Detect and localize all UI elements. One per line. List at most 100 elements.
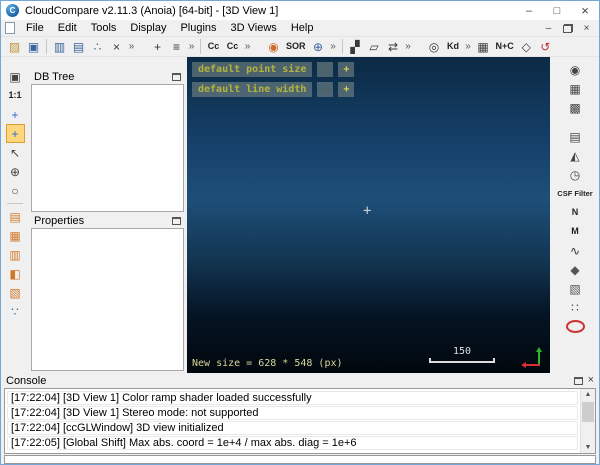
normals-plugin-icon[interactable]: N	[567, 204, 584, 221]
scroll-thumb[interactable]	[582, 402, 594, 422]
sor-filter-button[interactable]: SOR	[284, 38, 308, 55]
overlay-increase-button[interactable]: +	[338, 82, 354, 97]
clone-icon[interactable]: ▥	[51, 38, 68, 55]
console-log-line[interactable]: [17:22:04] [3D View 1] Stereo mode: not …	[7, 406, 578, 420]
console-buttons: ×	[574, 375, 594, 386]
3d-viewport[interactable]: default point size – + default line widt…	[187, 57, 550, 373]
zoom-icon[interactable]: ○	[7, 182, 24, 199]
red-ellipse-icon[interactable]	[566, 318, 585, 335]
pointer-icon[interactable]: ↖	[7, 144, 24, 161]
overflow-chevron-5[interactable]: »	[404, 38, 413, 55]
scale-value: 150	[429, 346, 495, 357]
delete-icon[interactable]: ×	[108, 38, 125, 55]
clock-icon[interactable]: ◷	[567, 166, 584, 183]
menu-plugins[interactable]: Plugins	[173, 20, 223, 36]
normals-compute-button[interactable]: N+C	[494, 38, 516, 55]
kd-tree-button[interactable]: Kd	[445, 38, 462, 55]
wave-icon[interactable]: ∿	[567, 242, 584, 259]
viewport-overlay-row: default line width – +	[192, 82, 354, 97]
overflow-chevron-2[interactable]: »	[187, 38, 196, 55]
overlay-decrease-button[interactable]: –	[317, 62, 333, 77]
overflow-chevron-6[interactable]: »	[464, 38, 473, 55]
curvature-icon[interactable]: ◇	[518, 38, 535, 55]
overflow-chevron-1[interactable]: »	[127, 38, 136, 55]
mdi-window-controls: – ×	[540, 21, 599, 35]
menu-help[interactable]: Help	[284, 20, 321, 36]
scroll-down-button[interactable]: ▼	[585, 444, 592, 451]
save-icon[interactable]: ▣	[25, 38, 42, 55]
titlebar: C CloudCompare v2.11.3 (Anoia) [64-bit] …	[1, 1, 599, 20]
auto-pivot-icon[interactable]: +	[7, 125, 24, 142]
menu-display[interactable]: Display	[123, 20, 173, 36]
mdi-restore-button[interactable]	[559, 21, 576, 35]
point-list-picking-icon[interactable]: ≡	[168, 38, 185, 55]
mesh-grid-icon[interactable]: ▩	[567, 99, 584, 116]
cc-text-icon-2[interactable]: Cc	[224, 38, 241, 55]
console-panel: Console × [17:22:04] [3D View 1] Color r…	[2, 374, 598, 464]
colored-cloud-icon[interactable]: ◉	[265, 38, 282, 55]
octree-icon[interactable]: ▦	[475, 38, 492, 55]
translate-rotate-icon[interactable]: ⊕	[310, 38, 327, 55]
orange-tray-icon-3[interactable]: ▥	[7, 246, 24, 263]
overlay-label: default line width	[192, 82, 312, 97]
overflow-chevron-3[interactable]: »	[243, 38, 252, 55]
sphere-icon[interactable]: ◉	[567, 61, 584, 78]
separator	[7, 203, 23, 204]
separator	[46, 39, 47, 54]
sample-points-icon[interactable]: ◎	[426, 38, 443, 55]
console-log-line[interactable]: [17:22:05] [Global Shift] Max abs. coord…	[7, 436, 578, 450]
undo-icon[interactable]: ↺	[537, 38, 554, 55]
menu-tools[interactable]: Tools	[84, 20, 124, 36]
point-picking-icon[interactable]: +	[149, 38, 166, 55]
db-tree-content[interactable]	[31, 84, 184, 212]
minimize-button[interactable]: –	[515, 1, 543, 20]
display-settings-icon[interactable]: ▣	[7, 68, 24, 85]
window-title: CloudCompare v2.11.3 (Anoia) [64-bit] - …	[25, 5, 278, 17]
maximize-button[interactable]: □	[543, 1, 571, 20]
close-button[interactable]: ×	[571, 1, 599, 20]
console-log-line[interactable]: [17:22:04] [ccGLWindow] 3D view initiali…	[7, 421, 578, 435]
pan-icon[interactable]: ⊕	[7, 163, 24, 180]
mdi-close-button[interactable]: ×	[578, 21, 595, 35]
open-icon[interactable]: ▨	[6, 38, 23, 55]
db-tree-float-button[interactable]	[172, 73, 181, 81]
subsample-icon[interactable]: ∴	[89, 38, 106, 55]
crop-icon[interactable]: ▱	[366, 38, 383, 55]
scroll-up-button[interactable]: ▲	[585, 391, 592, 398]
menu-file[interactable]: File	[19, 20, 51, 36]
m3c2-icon[interactable]: M	[567, 223, 584, 240]
orange-cube-icon-2[interactable]: ▧	[7, 284, 24, 301]
dots-grid-icon[interactable]: ∷	[567, 299, 584, 316]
menu-edit[interactable]: Edit	[51, 20, 84, 36]
orange-tray-icon-2[interactable]: ▦	[7, 227, 24, 244]
raster-icon[interactable]: ▤	[567, 128, 584, 145]
menu-3d-views[interactable]: 3D Views	[224, 20, 284, 36]
segment-icon[interactable]: ▞	[347, 38, 364, 55]
csf-filter-button[interactable]: CSF Filter	[556, 185, 593, 202]
cc-text-icon-1[interactable]: Cc	[205, 38, 222, 55]
overflow-chevron-4[interactable]: »	[329, 38, 338, 55]
facets-icon[interactable]: ▧	[567, 280, 584, 297]
console-close-button[interactable]: ×	[588, 375, 594, 386]
console-log-line[interactable]: [17:22:04] [3D View 1] Color ramp shader…	[7, 391, 578, 405]
properties-float-button[interactable]	[172, 217, 181, 225]
register-icon[interactable]: ⇄	[385, 38, 402, 55]
colored-points-icon[interactable]: ∵	[7, 303, 24, 320]
properties-content[interactable]	[31, 228, 184, 371]
merge-icon[interactable]: ▤	[70, 38, 87, 55]
console-scrollbar[interactable]: ▲ ▼	[580, 389, 595, 453]
compass-icon[interactable]: ◭	[567, 147, 584, 164]
orange-tray-icon-1[interactable]: ▤	[7, 208, 24, 225]
hexagon-icon[interactable]: ◆	[567, 261, 584, 278]
orange-cube-icon-1[interactable]: ◧	[7, 265, 24, 282]
mdi-document-icon[interactable]	[5, 22, 15, 34]
grid-icon[interactable]: ▦	[567, 80, 584, 97]
pivot-icon[interactable]: +	[7, 106, 24, 123]
overlay-decrease-button[interactable]: –	[317, 82, 333, 97]
zoom-fit-button[interactable]: 1:1	[6, 87, 23, 104]
gap	[254, 38, 263, 55]
console-float-button[interactable]	[574, 377, 583, 385]
overlay-increase-button[interactable]: +	[338, 62, 354, 77]
mdi-minimize-button[interactable]: –	[540, 21, 557, 35]
cloudcompare-window: C CloudCompare v2.11.3 (Anoia) [64-bit] …	[0, 0, 600, 465]
